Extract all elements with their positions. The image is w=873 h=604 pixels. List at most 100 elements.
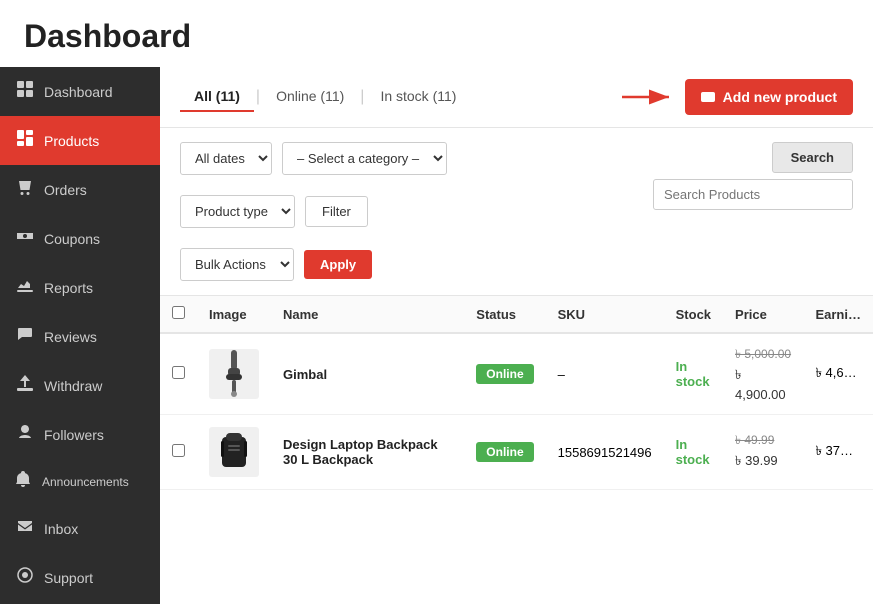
tab-instock[interactable]: In stock (11) [366,82,470,112]
sidebar-item-orders-label: Orders [44,182,144,198]
product-image-cell [197,333,271,415]
page-title: Dashboard [0,0,873,67]
sidebar-item-support-label: Support [44,570,144,586]
sidebar-item-products-label: Products [44,133,144,149]
product-sku-cell: – [546,333,664,415]
status-badge: Online [476,364,533,384]
product-name-cell: Gimbal [271,333,464,415]
filters-section: All dates – Select a category – Product … [160,128,873,296]
stock-header: Stock [664,296,723,333]
product-status-cell: Online [464,333,545,415]
sidebar-item-inbox[interactable]: Inbox [0,504,160,553]
apply-button[interactable]: Apply [304,250,372,279]
tab-all[interactable]: All (11) [180,82,254,112]
row-checkbox-cell [160,415,197,490]
product-name-cell: Design Laptop Backpack 30 L Backpack [271,415,464,490]
product-stock-cell: Instock [664,333,723,415]
row-checkbox[interactable] [172,444,185,457]
price-original: ৳ 49.99 [735,432,791,452]
sidebar-item-followers[interactable]: Followers [0,410,160,459]
product-name: Design Laptop Backpack 30 L Backpack [283,437,438,467]
sidebar-item-orders[interactable]: Orders [0,165,160,214]
product-earnings-cell: ৳ 4,6… [803,333,873,415]
price-display: ৳ 5,000.00 ৳ 4,900.00 [735,346,791,402]
add-product-label: Add new product [723,89,837,105]
tab-online[interactable]: Online (11) [262,82,358,112]
add-product-button[interactable]: Add new product [685,79,853,115]
sidebar-item-reviews-label: Reviews [44,329,144,345]
row-checkbox[interactable] [172,366,185,379]
orders-icon [16,179,34,200]
coupons-icon [16,228,34,249]
sidebar-item-inbox-label: Inbox [44,521,144,537]
arrow-annotation [617,85,677,109]
add-product-icon [701,90,715,104]
dashboard-icon [16,81,34,102]
price-header: Price [723,296,803,333]
sidebar-item-followers-label: Followers [44,427,144,443]
earnings-header: Earni… [803,296,873,333]
sidebar-item-withdraw-label: Withdraw [44,378,144,394]
search-products-input[interactable] [653,179,853,210]
withdraw-icon [16,375,34,396]
sidebar-item-coupons[interactable]: Coupons [0,214,160,263]
sidebar-item-products[interactable]: Products [0,116,160,165]
announcements-icon [14,471,32,492]
sku-header: SKU [546,296,664,333]
sidebar-item-reports[interactable]: Reports [0,263,160,312]
sidebar-item-dashboard-label: Dashboard [44,84,144,100]
sidebar-item-withdraw[interactable]: Withdraw [0,361,160,410]
stock-status: Instock [676,437,710,467]
gimbal-svg [216,350,252,398]
product-name: Gimbal [283,367,327,382]
table-row: Design Laptop Backpack 30 L Backpack Onl… [160,415,873,490]
main-content: All (11) | Online (11) | In stock (11) A… [160,67,873,604]
products-icon [16,130,34,151]
price-display: ৳ 49.99 ৳ 39.99 [735,432,791,473]
product-image-cell [197,415,271,490]
filter-row-3: Bulk Actions Apply [180,248,637,281]
filter-row-1: All dates – Select a category – [180,142,637,175]
row-checkbox-cell [160,333,197,415]
reviews-icon [16,326,34,347]
products-table: Image Name Status SKU Stock Price Earni… [160,296,873,490]
product-type-select[interactable]: Product type [180,195,295,228]
product-price-cell: ৳ 49.99 ৳ 39.99 [723,415,803,490]
product-sku-cell: 1558691521496 [546,415,664,490]
select-all-checkbox[interactable] [172,306,185,319]
support-icon [16,567,34,588]
dates-select[interactable]: All dates [180,142,272,175]
inbox-icon [16,518,34,539]
product-image [209,427,259,477]
price-original: ৳ 5,000.00 [735,346,791,366]
sidebar-item-announcements[interactable]: Announcements [0,459,160,504]
filter-button[interactable]: Filter [305,196,368,227]
sidebar-item-coupons-label: Coupons [44,231,144,247]
sidebar-item-reviews[interactable]: Reviews [0,312,160,361]
sidebar-item-dashboard[interactable]: Dashboard [0,67,160,116]
table-row: Gimbal Online – Instock ৳ 5,000.00 ৳ 4,9… [160,333,873,415]
stock-status: Instock [676,359,710,389]
sidebar-item-announcements-label: Announcements [42,475,146,489]
search-button[interactable]: Search [772,142,853,173]
sidebar: Dashboard Products Orders Coupons Report… [0,67,160,604]
header-right: Add new product [617,79,853,115]
filter-row-2: Product type Filter [180,195,637,228]
product-status-cell: Online [464,415,545,490]
tabs-bar: All (11) | Online (11) | In stock (11) A… [160,67,873,128]
category-select[interactable]: – Select a category – [282,142,447,175]
sidebar-item-support[interactable]: Support [0,553,160,602]
price-sale: ৳ 4,900.00 [735,366,791,402]
followers-icon [16,424,34,445]
product-earnings-cell: ৳ 37… [803,415,873,490]
select-all-header [160,296,197,333]
filter-controls: All dates – Select a category – Product … [180,142,637,281]
status-header: Status [464,296,545,333]
name-header: Name [271,296,464,333]
product-price-cell: ৳ 5,000.00 ৳ 4,900.00 [723,333,803,415]
price-sale: ৳ 39.99 [735,452,791,473]
bulk-actions-select[interactable]: Bulk Actions [180,248,294,281]
tabs-container: All (11) | Online (11) | In stock (11) [180,82,470,112]
reports-icon [16,277,34,298]
sidebar-item-reports-label: Reports [44,280,144,296]
